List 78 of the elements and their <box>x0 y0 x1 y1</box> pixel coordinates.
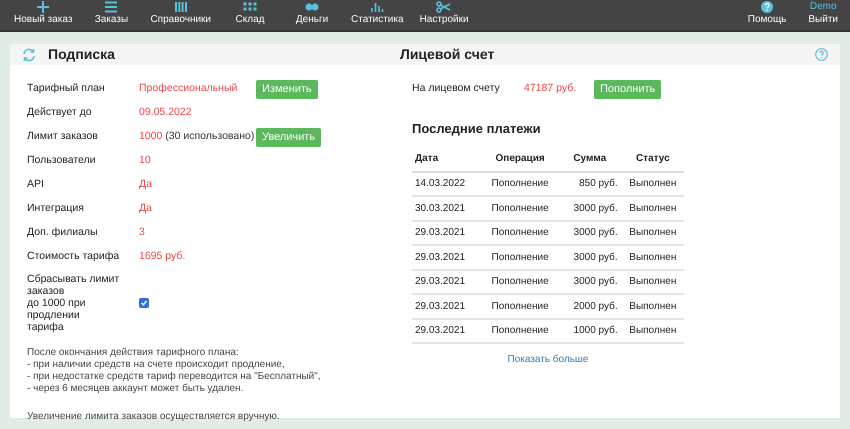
table-cell: 29.03.2021 <box>412 220 482 245</box>
help-icon <box>761 1 774 13</box>
table-cell: Выполнен <box>622 245 684 270</box>
nav-item[interactable]: Заказы <box>80 1 142 26</box>
payments-title: Последние платежи <box>412 120 542 138</box>
nav-item[interactable]: Новый заказ <box>6 1 80 26</box>
field-value: Да <box>139 177 153 192</box>
table-cell: Выполнен <box>622 220 684 245</box>
table-cell: Пополнение <box>482 318 558 343</box>
field-label: Действует до <box>27 105 93 120</box>
help-button[interactable]: Помощь <box>748 1 786 26</box>
table-cell: 3000 руб. <box>558 196 622 220</box>
field-value: 1695 руб. <box>139 249 186 264</box>
reset-checkbox[interactable] <box>139 298 149 308</box>
nav-item[interactable]: Справочники <box>142 1 220 26</box>
field-value: 3 <box>139 225 146 240</box>
section-title: Подписка <box>48 45 115 64</box>
column-header: Сумма <box>558 146 622 172</box>
table-cell: 3000 руб. <box>558 270 622 294</box>
field-label: Пользователи <box>27 153 97 168</box>
table-cell: Пополнение <box>482 172 558 196</box>
balance-value: 47187 руб. <box>524 81 578 96</box>
table-cell: Выполнен <box>622 270 684 294</box>
table-cell: 1000 руб. <box>558 318 622 343</box>
field-label: Стоимость тарифа <box>27 249 120 264</box>
table-cell: Пополнение <box>482 270 558 294</box>
nav-item[interactable]: Статистика <box>343 1 412 26</box>
column-header: Операция <box>482 146 558 172</box>
menu-icon <box>103 1 120 13</box>
table-cell: 14.03.2022 <box>412 172 482 196</box>
plus-icon <box>35 1 52 13</box>
note-text: Увеличение лимита заказов осуществляется вручную. <box>27 410 281 424</box>
table-cell: 29.03.2021 <box>412 245 482 270</box>
field-label: На лицевом счету <box>412 81 501 96</box>
refresh-icon <box>22 48 36 62</box>
table-cell: Пополнение <box>482 294 558 318</box>
table-cell: Выполнен <box>622 196 684 220</box>
user-name: Demo <box>810 1 837 13</box>
field-value: 09.05.2022 <box>139 105 193 120</box>
table-cell: 850 руб. <box>558 172 622 196</box>
show-more-link[interactable]: Показать больше <box>508 352 588 367</box>
scissors-icon <box>436 1 452 13</box>
table-cell: Выполнен <box>622 318 684 343</box>
field-value: Профессиональный <box>139 81 238 96</box>
table-cell: 29.03.2021 <box>412 270 482 294</box>
column-header: Дата <box>412 146 482 172</box>
field-label: Лимит заказов <box>27 129 99 144</box>
field-label: API <box>27 177 45 192</box>
table-cell: 30.03.2021 <box>412 196 482 220</box>
logout-link[interactable]: Выйти <box>808 14 838 26</box>
field-value: 1000 (30 использовано) <box>139 129 256 144</box>
table-cell: Пополнение <box>482 196 558 220</box>
table-cell: 2000 руб. <box>558 294 622 318</box>
table-cell: 29.03.2021 <box>412 318 482 343</box>
table-cell: Выполнен <box>622 172 684 196</box>
info-text: После окончания действия тарифного плана: - при наличии средств на счете происходит продление, - при недостатке средств тариф переводится на "Бесплатный", - через 6 месяцев аккаунт может быть удален. <box>27 347 322 395</box>
field-label: Интеграция <box>27 201 85 216</box>
checkbox-label: Сбрасывать лимит заказов до 1000 при продлении тарифа <box>27 273 120 333</box>
bar-chart-icon <box>369 1 386 13</box>
help-icon <box>815 48 828 61</box>
table-cell: 3000 руб. <box>558 220 622 245</box>
nav-item[interactable]: Склад <box>219 1 282 26</box>
columns-icon <box>172 1 189 13</box>
table-cell: 29.03.2021 <box>412 294 482 318</box>
table-cell: 3000 руб. <box>558 245 622 270</box>
nav-item[interactable]: Настройки <box>412 1 477 26</box>
table-cell: Выполнен <box>622 294 684 318</box>
column-header: Статус <box>622 146 684 172</box>
dots-grid-icon <box>242 1 258 13</box>
coins-icon <box>304 1 320 13</box>
table-cell: Пополнение <box>482 245 558 270</box>
field-value: Да <box>139 201 153 216</box>
nav-item[interactable]: Деньги <box>281 1 344 26</box>
field-label: Тарифный план <box>27 81 106 96</box>
section-title: Лицевой счет <box>400 45 496 64</box>
field-value: 10 <box>139 153 152 168</box>
field-label: Доп. филиалы <box>27 225 99 240</box>
table-cell: Пополнение <box>482 220 558 245</box>
